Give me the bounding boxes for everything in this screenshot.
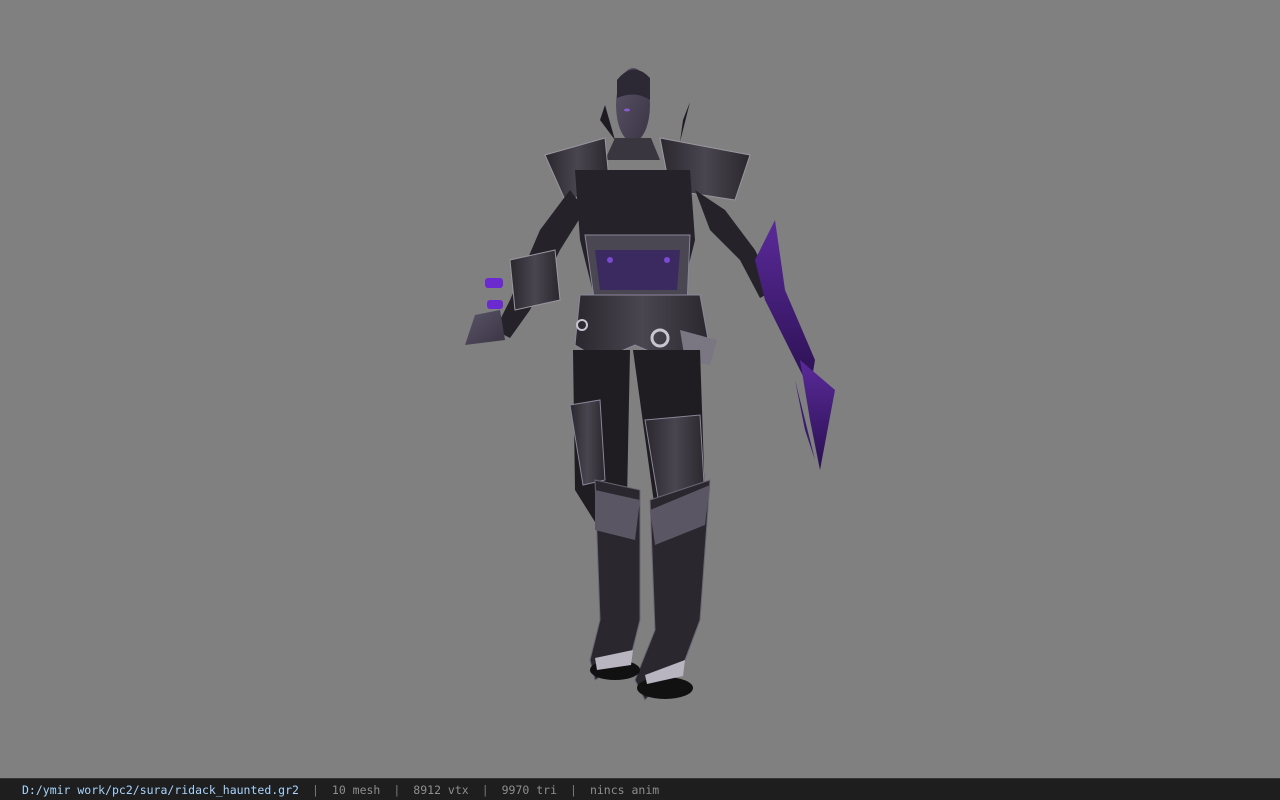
separator: |: [481, 782, 489, 797]
character-model[interactable]: [455, 60, 855, 710]
mesh-count: 10 mesh: [331, 782, 381, 797]
separator: |: [570, 782, 577, 797]
3d-viewport[interactable]: [0, 0, 1280, 778]
vertex-count: 8912 vtx: [413, 782, 469, 797]
file-path: D:/ymir work/pc2/sura/ridack_haunted.gr2: [22, 782, 299, 797]
status-bar: D:/ymir work/pc2/sura/ridack_haunted.gr2…: [0, 778, 1280, 800]
triangle-count: 9970 tri: [501, 782, 558, 797]
separator: |: [393, 782, 401, 797]
separator: |: [311, 782, 319, 797]
animation-status: nincs anim: [589, 782, 660, 797]
